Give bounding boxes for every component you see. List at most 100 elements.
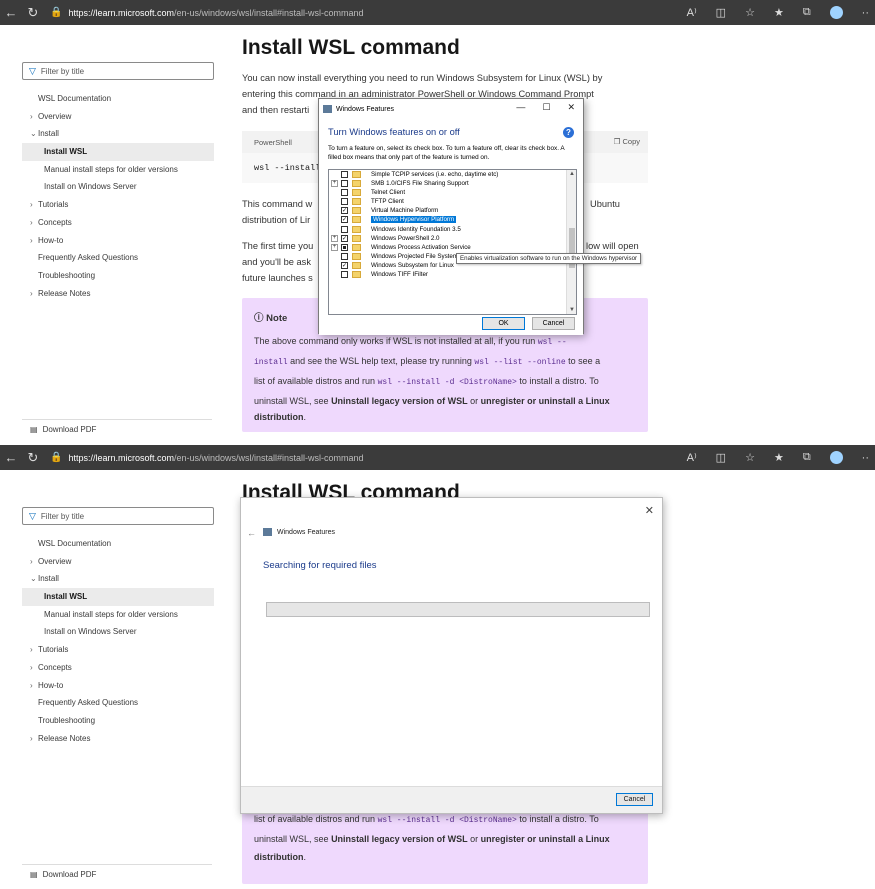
back-arrow-icon[interactable]: ← (247, 528, 256, 538)
back-icon[interactable]: ← (0, 450, 22, 465)
feature-checkbox[interactable]: ✓ (341, 207, 348, 215)
feature-checkbox[interactable] (341, 198, 348, 206)
sidebar-nav: WSL Documentation › Overview ⌄Install Ins… (22, 90, 214, 302)
feature-checkbox[interactable] (341, 171, 348, 178)
read-aloud-icon[interactable]: A⁾ (687, 451, 697, 464)
sidebar-item-wsl-documentation[interactable]: WSL Documentation (22, 535, 214, 553)
filter-input[interactable]: ▽ Filter by title (22, 62, 214, 80)
lock-icon: 🔒 (50, 7, 63, 18)
close-icon[interactable]: ✕ (567, 102, 575, 113)
feature-checkbox[interactable] (341, 180, 348, 188)
url-host: https://learn.microsoft.com (68, 7, 174, 18)
unregister-link[interactable]: unregister or uninstall a Linux (481, 834, 610, 844)
cancel-button[interactable]: Cancel (532, 317, 575, 330)
feature-item[interactable]: + SMB 1.0/CIFS File Sharing Support (329, 179, 576, 188)
feature-item[interactable]: TFTP Client (329, 197, 576, 206)
sidebar-item-release-notes[interactable]: › Release Notes (22, 730, 214, 748)
more-icon[interactable]: ·· (862, 452, 869, 464)
sidebar-item-faq[interactable]: Frequently Asked Questions (22, 249, 214, 267)
scroll-down-icon[interactable]: ▼ (567, 307, 576, 313)
sidebar-item-faq[interactable]: Frequently Asked Questions (22, 694, 214, 712)
feature-checkbox[interactable] (341, 243, 348, 251)
sidebar-item-tutorials[interactable]: › Tutorials (22, 641, 214, 659)
refresh-icon[interactable]: ↻ (22, 450, 44, 466)
more-icon[interactable]: ·· (862, 7, 869, 19)
scrollbar[interactable]: ▲ ▼ (566, 170, 576, 314)
minimize-icon[interactable]: — (516, 102, 525, 113)
sidebar-item-install[interactable]: ⌄Install (22, 570, 214, 588)
sidebar-item-tutorials[interactable]: › Tutorials (22, 196, 214, 214)
sidebar-item-troubleshooting[interactable]: Troubleshooting (22, 712, 214, 730)
feature-item[interactable]: + ✓ Windows PowerShell 2.0 (329, 234, 576, 243)
sidebar-item-how-to[interactable]: › How-to (22, 232, 214, 250)
feature-item[interactable]: Simple TCPIP services (i.e. echo, daytim… (329, 170, 576, 179)
collections-icon[interactable]: ⧉ (803, 6, 811, 19)
sidebar-item-install[interactable]: ⌄Install (22, 125, 214, 143)
uninstall-legacy-link[interactable]: Uninstall legacy version of WSL (331, 834, 468, 844)
filter-input[interactable]: ▽ Filter by title (22, 507, 214, 525)
feature-item[interactable]: ✓ Windows Hypervisor Platform (329, 215, 576, 224)
close-icon[interactable]: ✕ (645, 504, 654, 517)
feature-item[interactable]: ✓ Virtual Machine Platform (329, 206, 576, 215)
favorites-icon[interactable]: ★ (774, 451, 784, 464)
back-icon[interactable]: ← (0, 5, 22, 20)
sidebar-item-concepts[interactable]: › Concepts (22, 659, 214, 677)
sidebar-item-release-notes[interactable]: › Release Notes (22, 285, 214, 303)
feature-item[interactable]: + Windows Process Activation Service (329, 243, 576, 252)
feature-checkbox[interactable]: ✓ (341, 216, 348, 224)
profile-icon[interactable] (829, 451, 843, 464)
url-field[interactable]: 🔒 https://learn.microsoft.com/en-us/wind… (50, 7, 364, 18)
dialog-description: To turn a feature on, select its check b… (328, 145, 565, 161)
sidebar-item-manual-install[interactable]: Manual install steps for older versions (22, 161, 214, 179)
expand-icon[interactable]: + (331, 243, 338, 251)
feature-label: Windows Projected File System (371, 252, 458, 260)
feature-checkbox[interactable]: ✓ (341, 234, 348, 242)
download-pdf-link[interactable]: ▤ Download PDF (22, 864, 212, 884)
scroll-up-icon[interactable]: ▲ (567, 171, 576, 177)
unregister-link[interactable]: unregister or uninstall a Linux (481, 396, 610, 406)
favorites-icon[interactable]: ★ (774, 6, 784, 19)
sidebar-item-how-to[interactable]: › How-to (22, 677, 214, 695)
favorite-add-icon[interactable]: ☆ (745, 451, 755, 464)
profile-icon[interactable] (829, 6, 843, 19)
sidebar-item-windows-server[interactable]: Install on Windows Server (22, 623, 214, 641)
collections-icon[interactable]: ⧉ (803, 451, 811, 464)
expand-icon[interactable]: + (331, 234, 338, 242)
sidebar-item-troubleshooting[interactable]: Troubleshooting (22, 267, 214, 285)
cancel-button[interactable]: Cancel (616, 793, 653, 806)
feature-checkbox[interactable] (341, 225, 348, 233)
sidebar-item-install-wsl[interactable]: Install WSL (22, 588, 214, 606)
sidebar-item-wsl-documentation[interactable]: WSL Documentation (22, 90, 214, 108)
uninstall-legacy-link[interactable]: Uninstall legacy version of WSL (331, 396, 468, 406)
paragraph-line: future launches s (242, 273, 313, 283)
read-aloud-icon[interactable]: A⁾ (687, 6, 697, 19)
feature-item[interactable]: Windows Identity Foundation 3.5 (329, 225, 576, 234)
filter-icon: ▽ (29, 65, 36, 76)
feature-checkbox[interactable] (341, 252, 348, 260)
split-screen-icon[interactable]: ◫ (716, 6, 726, 19)
maximize-icon[interactable]: ☐ (542, 102, 550, 113)
split-screen-icon[interactable]: ◫ (716, 451, 726, 464)
refresh-icon[interactable]: ↻ (22, 5, 44, 21)
sidebar-item-concepts[interactable]: › Concepts (22, 214, 214, 232)
sidebar-item-manual-install[interactable]: Manual install steps for older versions (22, 606, 214, 624)
feature-tree[interactable]: Simple TCPIP services (i.e. echo, daytim… (328, 169, 577, 315)
expand-icon[interactable]: + (331, 180, 338, 188)
feature-checkbox[interactable] (341, 189, 348, 197)
sidebar-item-windows-server[interactable]: Install on Windows Server (22, 178, 214, 196)
sidebar-item-overview[interactable]: › Overview (22, 108, 214, 126)
download-pdf-link[interactable]: ▤ Download PDF (22, 419, 212, 439)
feature-item[interactable]: Windows TIFF IFilter (329, 270, 576, 279)
url-field[interactable]: 🔒 https://learn.microsoft.com/en-us/wind… (50, 452, 364, 463)
feature-checkbox[interactable] (341, 271, 348, 279)
help-icon[interactable]: ? (563, 127, 574, 138)
ok-button[interactable]: OK (482, 317, 525, 330)
favorite-add-icon[interactable]: ☆ (745, 6, 755, 19)
copy-button[interactable]: ❐ Copy (614, 137, 640, 146)
chevron-right-icon: › (30, 662, 33, 672)
feature-item[interactable]: Telnet Client (329, 188, 576, 197)
sidebar-item-overview[interactable]: › Overview (22, 553, 214, 571)
paragraph-line: low will open (586, 241, 639, 251)
feature-checkbox[interactable]: ✓ (341, 261, 348, 269)
sidebar-item-install-wsl[interactable]: Install WSL (22, 143, 214, 161)
